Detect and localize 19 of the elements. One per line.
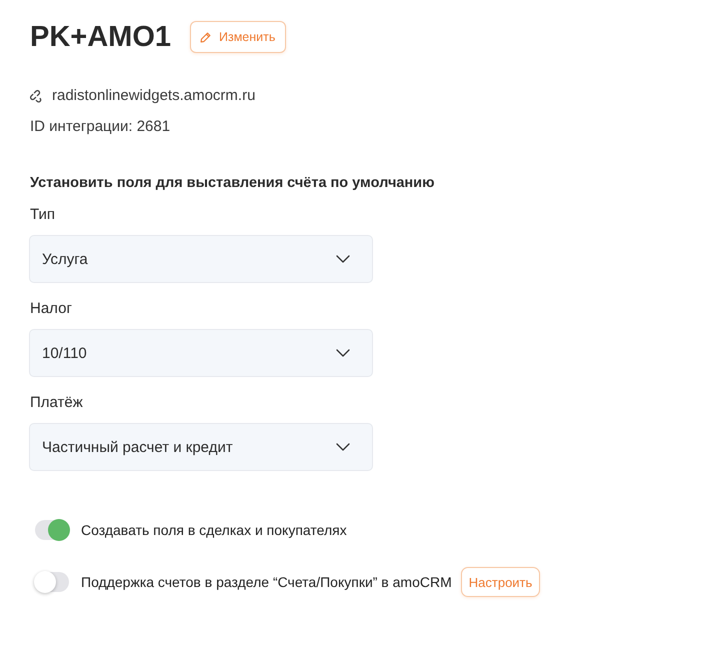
domain-text: radistonlinewidgets.amocrm.ru bbox=[52, 86, 256, 106]
select-field[interactable]: Частичный расчет и кредит bbox=[29, 423, 373, 471]
integration-id-text: ID интеграции: 2681 bbox=[30, 117, 172, 137]
chevron-down-icon bbox=[336, 443, 350, 451]
link-icon bbox=[30, 90, 43, 102]
field-label: Налог bbox=[30, 299, 73, 319]
chevron-down-icon bbox=[336, 255, 350, 263]
toggle-switch[interactable] bbox=[35, 572, 69, 592]
section-heading: Установить поля для выставления счёта по умолчанию bbox=[30, 174, 436, 193]
select-field[interactable]: 10/110 bbox=[29, 329, 373, 377]
select-field[interactable]: Услуга bbox=[29, 235, 373, 283]
field-label: Платёж bbox=[30, 393, 84, 413]
pencil-icon bbox=[200, 32, 211, 42]
field-label: Тип bbox=[30, 205, 56, 225]
toggle-label: Создавать поля в сделках и покупателях bbox=[81, 522, 347, 538]
chevron-down-icon bbox=[336, 349, 350, 357]
page-title: PK+AMO1 bbox=[30, 21, 172, 53]
toggle-label: Поддержка счетов в разделе “Счета/Покупки” в amoCRM bbox=[81, 574, 452, 590]
toggle-switch[interactable] bbox=[35, 520, 69, 540]
